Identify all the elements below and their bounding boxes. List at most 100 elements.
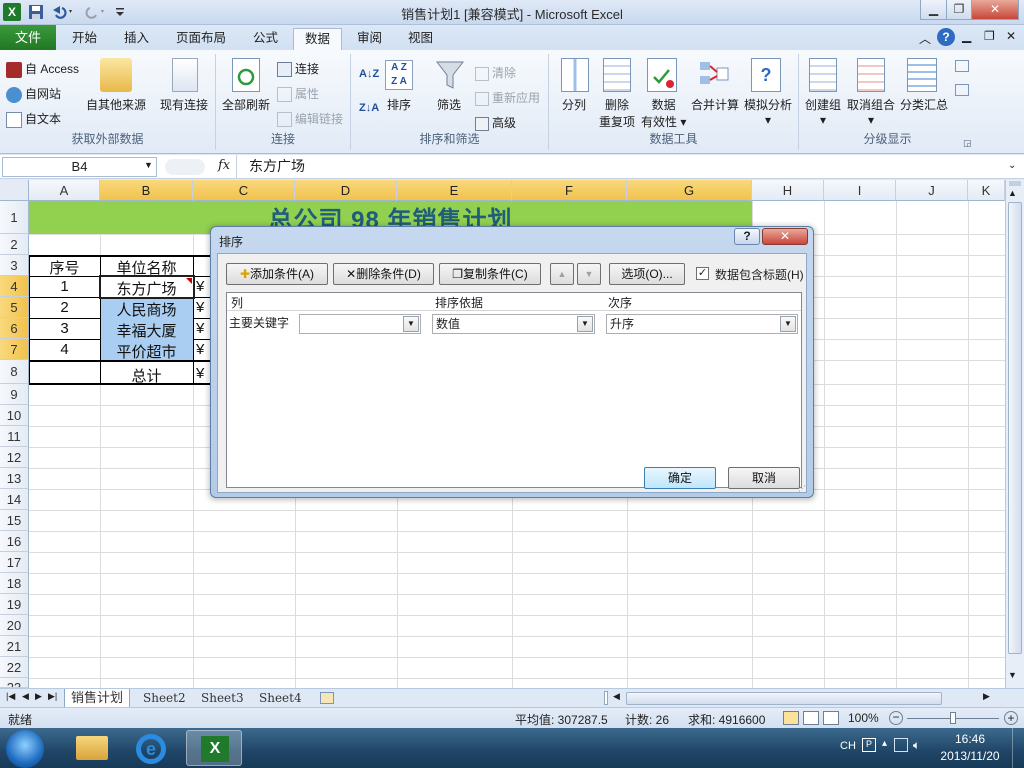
insert-function-button[interactable]: fx [218, 158, 230, 173]
scroll-thumb[interactable] [1008, 202, 1022, 654]
reapply-button[interactable]: 重新应用 [475, 89, 540, 106]
cell-c-1[interactable]: ¥ [196, 278, 210, 295]
row-header-1[interactable]: 1 [0, 201, 29, 234]
from-access-button[interactable]: 自 Access [6, 60, 79, 78]
column-header-d[interactable]: D [295, 180, 397, 201]
from-text-button[interactable]: 自文本 [6, 110, 61, 128]
header-name[interactable]: 单位名称 [100, 257, 193, 278]
cell-c-2[interactable]: ¥ [196, 299, 210, 316]
cell-c-3[interactable]: ¥ [196, 320, 210, 337]
cell-total-c[interactable]: ¥ [196, 365, 210, 382]
row-header-13[interactable]: 13 [0, 468, 29, 489]
tab-split-handle[interactable] [604, 691, 608, 705]
tab-formulas[interactable]: 公式 [242, 28, 289, 50]
close-button[interactable]: ✕ [971, 0, 1019, 20]
row-header-11[interactable]: 11 [0, 426, 29, 447]
row-header-12[interactable]: 12 [0, 447, 29, 468]
page-layout-view-icon[interactable] [803, 711, 819, 725]
minimize-button[interactable]: ▁ [920, 0, 947, 20]
column-header-a[interactable]: A [29, 180, 100, 201]
from-other-sources-button[interactable]: 自其他来源 [86, 96, 146, 113]
column-header-e[interactable]: E [397, 180, 512, 201]
name-box-dropdown-icon[interactable]: ▼ [144, 160, 153, 170]
show-desktop-button[interactable] [1012, 728, 1024, 768]
sheet-tab-2[interactable]: Sheet2 [137, 689, 192, 708]
sheet-nav-next-icon[interactable]: ▶ [35, 691, 42, 702]
sheet-nav-prev-icon[interactable]: ◀ [22, 691, 29, 702]
dialog-close-button[interactable]: ✕ [762, 228, 808, 245]
cell-no-3[interactable]: 3 [29, 320, 100, 337]
move-down-button[interactable]: ▼ [577, 263, 601, 285]
hscroll-right-arrow[interactable]: ▶ [983, 691, 990, 702]
tab-review[interactable]: 审阅 [346, 28, 393, 50]
expand-formula-bar-icon[interactable]: ⌄ [1008, 160, 1016, 171]
hide-detail-icon[interactable] [955, 84, 969, 96]
explorer-taskbar-icon[interactable] [64, 730, 120, 766]
from-web-button[interactable]: 自网站 [6, 85, 61, 103]
tab-data[interactable]: 数据 [293, 28, 343, 51]
options-button[interactable]: 选项(O)... [609, 263, 685, 285]
advanced-filter-button[interactable]: 高级 [475, 114, 516, 131]
sort-on-select[interactable]: 数值 ▼ [432, 314, 595, 334]
row-header-15[interactable]: 15 [0, 510, 29, 531]
sheet-nav-first-icon[interactable]: |◀ [6, 691, 15, 702]
existing-connections-button[interactable]: 现有连接 [160, 96, 208, 113]
data-validation-icon[interactable] [647, 58, 677, 92]
row-header-7[interactable]: 7 [0, 339, 29, 360]
column-header-j[interactable]: J [896, 180, 968, 201]
row-header-21[interactable]: 21 [0, 636, 29, 657]
scroll-up-arrow[interactable]: ▲ [1008, 188, 1017, 198]
filter-icon[interactable] [435, 58, 465, 92]
sheet-tab-4[interactable]: Sheet4 [253, 689, 308, 708]
zoom-out-icon[interactable]: − [889, 711, 903, 725]
row-header-9[interactable]: 9 [0, 384, 29, 405]
formula-input[interactable]: 东方广场 [236, 155, 1006, 178]
row-header-10[interactable]: 10 [0, 405, 29, 426]
column-header-c[interactable]: C [193, 180, 295, 201]
has-header-label[interactable]: 数据包含标题(H) [715, 266, 804, 283]
split-box[interactable] [1009, 181, 1021, 186]
dialog-help-button[interactable]: ? [734, 228, 760, 245]
tab-view[interactable]: 视图 [397, 28, 444, 50]
consolidate-button[interactable]: 合并计算 [691, 96, 739, 113]
delete-level-button[interactable]: ✕删除条件(D) [333, 263, 434, 285]
header-no[interactable]: 序号 [29, 257, 100, 278]
scroll-down-arrow[interactable]: ▼ [1008, 670, 1017, 680]
input-language[interactable]: CH [840, 740, 856, 752]
clear-button[interactable]: 清除 [475, 64, 516, 81]
cancel-button[interactable]: 取消 [728, 467, 800, 489]
ribbon-collapse-icon[interactable]: ︿ [919, 30, 931, 47]
filter-button[interactable]: 筛选 [437, 96, 461, 113]
row-header-14[interactable]: 14 [0, 489, 29, 510]
refresh-all-button[interactable]: 全部刷新 [222, 96, 270, 113]
sort-az-button[interactable]: A↓Z [359, 68, 379, 80]
ungroup-icon[interactable] [857, 58, 885, 92]
what-if-analysis-button[interactable]: 模拟分析 ▾ [744, 96, 792, 127]
page-break-view-icon[interactable] [823, 711, 839, 725]
row-header-22[interactable]: 22 [0, 657, 29, 678]
sort-za-button[interactable]: Z↓A [359, 102, 379, 114]
row-header-18[interactable]: 18 [0, 573, 29, 594]
row-header-8[interactable]: 8 [0, 360, 29, 384]
subtotal-icon[interactable] [907, 58, 937, 92]
data-validation-button[interactable]: 数据 有效性 ▾ [641, 96, 686, 130]
copy-level-button[interactable]: ❐复制条件(C) [439, 263, 541, 285]
what-if-analysis-icon[interactable]: ? [751, 58, 781, 92]
row-header-4[interactable]: 4 [0, 276, 29, 297]
clock-date[interactable]: 2013/11/20 [935, 749, 1005, 763]
clock-time[interactable]: 16:46 [940, 732, 1000, 746]
row-header-2[interactable]: 2 [0, 234, 29, 255]
zoom-slider-thumb[interactable] [950, 712, 956, 724]
cell-name-4[interactable]: 平价超市 [100, 341, 193, 362]
group-button[interactable]: 创建组 ▾ [805, 96, 841, 127]
from-other-sources-icon[interactable] [100, 58, 132, 92]
ok-button[interactable]: 确定 [644, 467, 716, 489]
row-header-17[interactable]: 17 [0, 552, 29, 573]
sort-by-column-select[interactable]: ▼ [299, 314, 421, 334]
cell-c-4[interactable]: ¥ [196, 341, 210, 358]
tab-file[interactable]: 文件 [0, 25, 56, 50]
row-header-5[interactable]: 5 [0, 297, 29, 318]
cell-total-label[interactable]: 总计 [100, 365, 193, 386]
vertical-scrollbar[interactable]: ▲ ▼ [1005, 180, 1024, 688]
properties-button[interactable]: 属性 [277, 85, 319, 103]
